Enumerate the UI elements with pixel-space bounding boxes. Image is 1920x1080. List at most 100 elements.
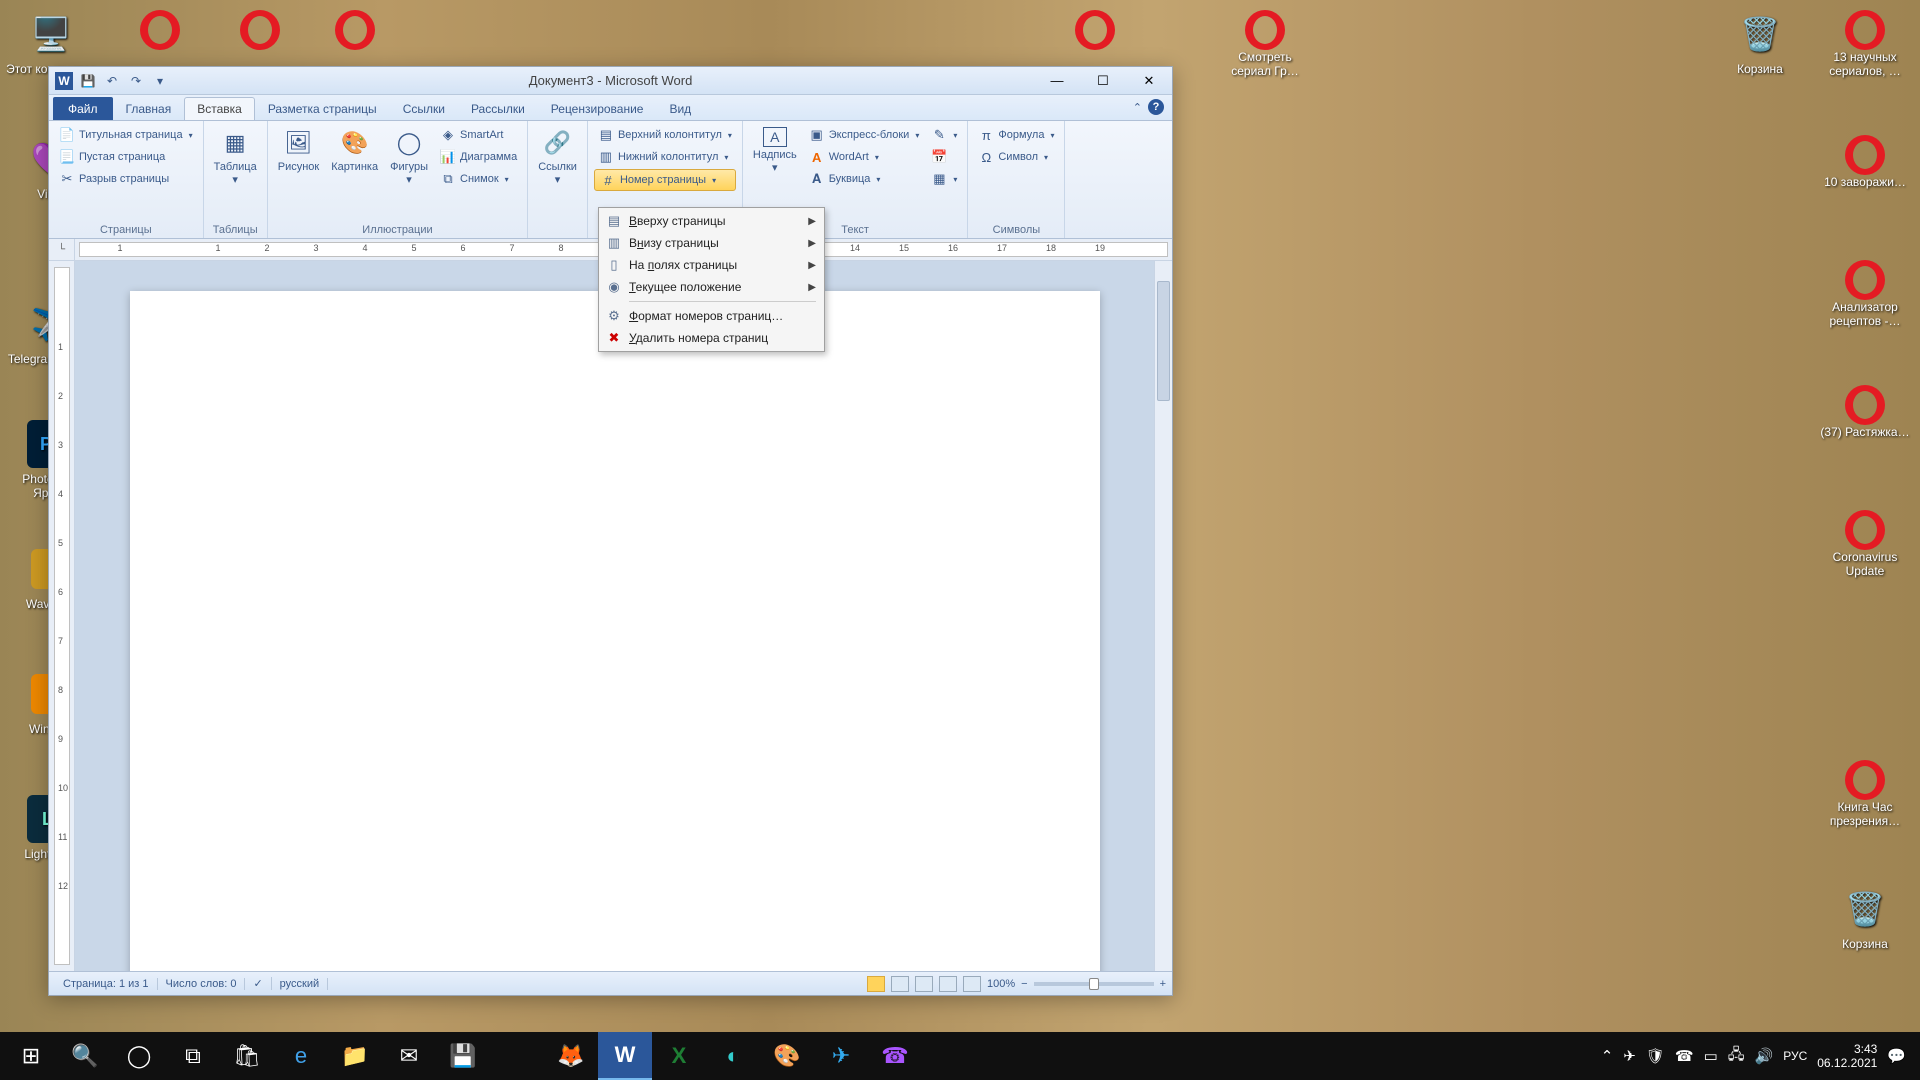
scroll-thumb[interactable]	[1157, 281, 1170, 401]
zoom-in-button[interactable]: +	[1160, 978, 1166, 990]
page-container[interactable]	[75, 261, 1154, 971]
datetime-button[interactable]: 📅	[927, 147, 961, 167]
textbox-button[interactable]: AНадпись▾	[749, 125, 801, 176]
chart-button[interactable]: 📊Диаграмма	[436, 147, 521, 167]
tab-references[interactable]: Ссылки	[390, 97, 458, 120]
tb-ie-icon[interactable]: e	[274, 1032, 328, 1080]
desktop-icon-opera-4[interactable]	[1050, 10, 1140, 50]
footer-button[interactable]: ▥Нижний колонтитул▾	[594, 147, 736, 167]
taskview-button[interactable]: ⧉	[166, 1032, 220, 1080]
links-button[interactable]: 🔗Ссылки▾	[534, 125, 581, 188]
equation-button[interactable]: πФормула▾	[974, 125, 1058, 145]
symbol-button[interactable]: ΩСимвол▾	[974, 147, 1058, 167]
maximize-button[interactable]: ☐	[1080, 69, 1126, 93]
tb-word-icon[interactable]: W	[598, 1032, 652, 1080]
desktop-icon-opera-2[interactable]	[215, 10, 305, 50]
document-page[interactable]	[130, 291, 1100, 971]
titlebar[interactable]: W 💾 ↶ ↷ ▾ Документ3 - Microsoft Word — ☐…	[49, 67, 1172, 95]
tab-review[interactable]: Рецензирование	[538, 97, 657, 120]
zoom-slider[interactable]	[1034, 982, 1154, 986]
scrollbar-vertical[interactable]	[1154, 261, 1172, 971]
desktop-icon-analyzer[interactable]: Анализатор рецептов -…	[1820, 260, 1910, 329]
tb-explorer-icon[interactable]: 📁	[328, 1032, 382, 1080]
quickparts-button[interactable]: ▣Экспресс-блоки▾	[805, 125, 924, 145]
blank-page-button[interactable]: 📃Пустая страница	[55, 147, 197, 167]
tb-mail-icon[interactable]: ✉	[382, 1032, 436, 1080]
tray-clock[interactable]: 3:43 06.12.2021	[1817, 1042, 1877, 1071]
status-words[interactable]: Число слов: 0	[158, 978, 246, 990]
dropdown-remove-numbers[interactable]: ✖ Удалить номера страниц	[601, 327, 822, 349]
status-page[interactable]: Страница: 1 из 1	[55, 978, 158, 990]
status-proofing-icon[interactable]: ✓	[245, 977, 271, 990]
tray-battery-icon[interactable]: ▭	[1704, 1047, 1718, 1065]
tab-insert[interactable]: Вставка	[184, 97, 255, 120]
tb-store-icon[interactable]: 🛍	[220, 1032, 274, 1080]
qat-more-icon[interactable]: ▾	[151, 72, 169, 90]
dropdown-bottom-of-page[interactable]: ▥ Внизу страницы ▶	[601, 232, 822, 254]
shapes-button[interactable]: ◯Фигуры▾	[386, 125, 432, 188]
picture-button[interactable]: 🖼Рисунок	[274, 125, 324, 175]
desktop-icon-recycle[interactable]: 🗑️ Корзина	[1715, 10, 1805, 76]
dropdown-current-position[interactable]: ◉ Текущее положение ▶	[601, 276, 822, 298]
desktop-icon-13-serials[interactable]: 13 научных сериалов, …	[1820, 10, 1910, 79]
dropdown-page-margins[interactable]: ▯ На полях страницы ▶	[601, 254, 822, 276]
save-icon[interactable]: 💾	[79, 72, 97, 90]
tb-excel-icon[interactable]: X	[652, 1032, 706, 1080]
tb-viber-icon[interactable]: ☎	[868, 1032, 922, 1080]
view-fullscreen-button[interactable]	[891, 976, 909, 992]
zoom-out-button[interactable]: −	[1021, 978, 1027, 990]
help-icon[interactable]: ?	[1148, 99, 1164, 115]
table-button[interactable]: ▦Таблица▾	[210, 125, 261, 188]
tray-telegram-icon[interactable]: ✈	[1623, 1047, 1636, 1065]
tab-file[interactable]: Файл	[53, 97, 113, 120]
minimize-button[interactable]: —	[1034, 69, 1080, 93]
tray-network-icon[interactable]: 🖧	[1728, 1044, 1745, 1069]
screenshot-button[interactable]: ⧉Снимок▾	[436, 169, 521, 189]
tab-home[interactable]: Главная	[113, 97, 185, 120]
signature-button[interactable]: ✎▾	[927, 125, 961, 145]
undo-icon[interactable]: ↶	[103, 72, 121, 90]
tray-volume-icon[interactable]: 🔊	[1755, 1047, 1774, 1065]
tb-telegram-icon[interactable]: ✈	[814, 1032, 868, 1080]
desktop-icon-book[interactable]: Книга Час презрения…	[1820, 760, 1910, 829]
page-number-button[interactable]: #Номер страницы▾	[594, 169, 736, 191]
tab-view[interactable]: Вид	[656, 97, 704, 120]
start-button[interactable]: ⊞	[4, 1032, 58, 1080]
redo-icon[interactable]: ↷	[127, 72, 145, 90]
tb-firefox-icon[interactable]: 🦊	[544, 1032, 598, 1080]
tab-mailings[interactable]: Рассылки	[458, 97, 538, 120]
ruler-corner[interactable]: └	[49, 239, 75, 261]
desktop-icon-10-zavor[interactable]: 10 заворажи…	[1820, 135, 1910, 189]
cover-page-button[interactable]: 📄Титульная страница▾	[55, 125, 197, 145]
desktop-icon-37[interactable]: (37) Растяжка…	[1820, 385, 1910, 439]
close-button[interactable]: ✕	[1126, 69, 1172, 93]
tb-edge-icon[interactable]: ◐	[706, 1032, 760, 1080]
zoom-percent[interactable]: 100%	[987, 978, 1015, 990]
view-print-layout-button[interactable]	[867, 976, 885, 992]
dropcap-button[interactable]: 𝐀Буквица▾	[805, 169, 924, 189]
cortana-button[interactable]: ◯	[112, 1032, 166, 1080]
smartart-button[interactable]: ◈SmartArt	[436, 125, 521, 145]
search-button[interactable]: 🔍	[58, 1032, 112, 1080]
tray-notifications-icon[interactable]: 💬	[1887, 1047, 1906, 1065]
status-language[interactable]: русский	[272, 978, 328, 990]
tray-chevron-icon[interactable]: ⌃	[1601, 1047, 1614, 1065]
page-break-button[interactable]: ✂Разрыв страницы	[55, 169, 197, 189]
tb-paint-icon[interactable]: 🎨	[760, 1032, 814, 1080]
dropdown-format-numbers[interactable]: ⚙ Формат номеров страниц…	[601, 305, 822, 327]
tb-opera-icon[interactable]	[490, 1032, 544, 1080]
zoom-handle[interactable]	[1089, 978, 1099, 990]
desktop-icon-opera-1[interactable]	[115, 10, 205, 50]
tray-defender-icon[interactable]: 🛡	[1646, 1047, 1665, 1065]
view-web-button[interactable]	[915, 976, 933, 992]
wordart-button[interactable]: AWordArt▾	[805, 147, 924, 167]
tray-language[interactable]: РУС	[1783, 1049, 1807, 1063]
desktop-icon-opera-watch[interactable]: Смотреть сериал Гр…	[1220, 10, 1310, 79]
tb-app-icon[interactable]: 💾	[436, 1032, 490, 1080]
header-button[interactable]: ▤Верхний колонтитул▾	[594, 125, 736, 145]
object-button[interactable]: ▦▾	[927, 169, 961, 189]
tab-layout[interactable]: Разметка страницы	[255, 97, 390, 120]
desktop-icon-coronavirus[interactable]: Coronavirus Update	[1820, 510, 1910, 579]
word-icon[interactable]: W	[55, 72, 73, 90]
view-draft-button[interactable]	[963, 976, 981, 992]
